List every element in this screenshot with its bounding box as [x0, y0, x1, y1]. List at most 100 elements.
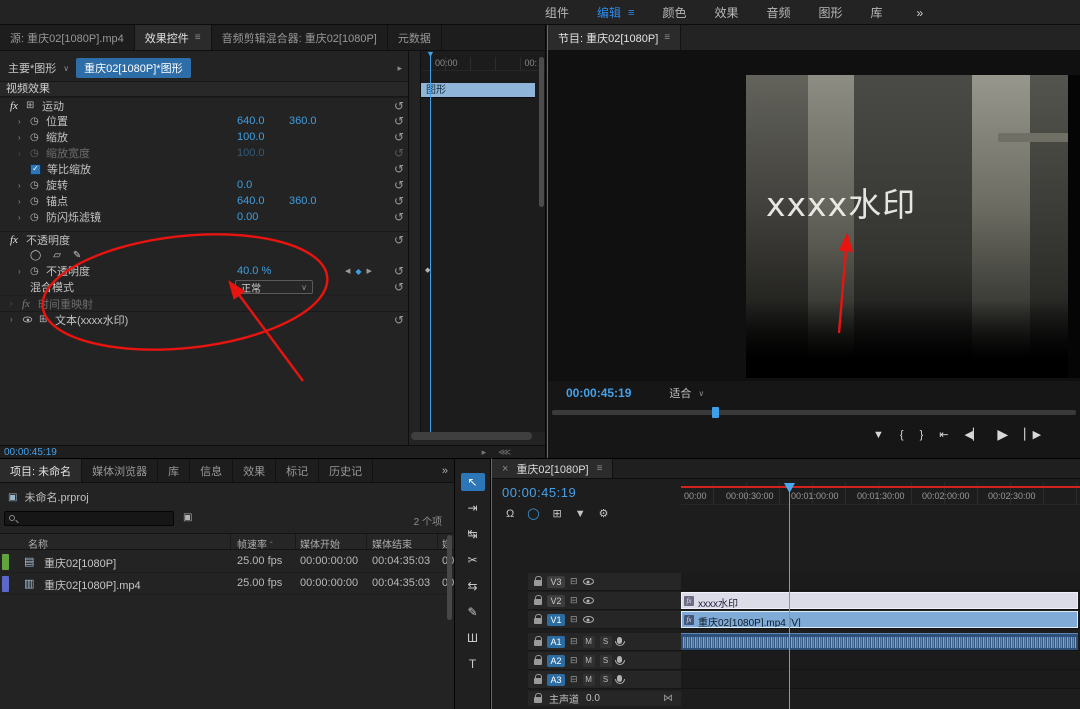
timeline-settings-icon[interactable]: ⚙: [599, 507, 609, 520]
tab-effect-controls[interactable]: 效果控件 ≡: [135, 25, 212, 50]
effect-controls-timecode[interactable]: 00:00:45:19: [4, 447, 57, 458]
reset-icon[interactable]: ↺: [392, 114, 406, 128]
tab-audio-clip-mixer[interactable]: 音频剪辑混合器: 重庆02[1080P]: [212, 25, 388, 50]
list-view-icon[interactable]: ▣: [183, 512, 192, 523]
audio-clip[interactable]: [681, 633, 1078, 650]
watermark-clip[interactable]: fx xxxx水印: [681, 592, 1078, 609]
pan-knob-icon[interactable]: ⋈: [663, 693, 673, 704]
project-file-row[interactable]: ▣ 未命名.prproj: [8, 489, 89, 505]
video-effects-header[interactable]: 视频效果: [0, 81, 408, 97]
search-input[interactable]: [4, 511, 174, 526]
effect-opacity[interactable]: fx 不透明度 ↺: [0, 231, 408, 247]
reset-icon[interactable]: ↺: [392, 313, 406, 327]
lock-icon[interactable]: [534, 678, 542, 684]
go-to-in-button[interactable]: ⇤: [939, 428, 948, 441]
add-keyframe-icon[interactable]: ◆: [355, 267, 361, 276]
nest-icon[interactable]: ⊞: [553, 507, 562, 520]
position-x-value[interactable]: 640.0: [237, 115, 265, 127]
track-label-a2[interactable]: A2: [547, 655, 565, 667]
project-item-row[interactable]: ▤ 重庆02[1080P] 25.00 fps 00:00:00:00 00:0…: [0, 551, 454, 573]
panel-menu-icon[interactable]: ≡: [597, 463, 603, 474]
tab-metadata[interactable]: 元数据: [388, 25, 442, 50]
column-media-start[interactable]: 媒体开始: [300, 536, 340, 551]
item-name[interactable]: 重庆02[1080P].mp4: [44, 577, 141, 593]
reset-icon[interactable]: ↺: [392, 162, 406, 176]
reset-icon[interactable]: ↺: [392, 210, 406, 224]
track-target-icon[interactable]: ⊟: [570, 674, 578, 685]
mark-in-button[interactable]: {: [900, 429, 904, 441]
panel-divider[interactable]: [408, 51, 409, 445]
reset-icon[interactable]: ↺: [392, 130, 406, 144]
tab-effects[interactable]: 效果: [233, 459, 276, 482]
reset-icon[interactable]: ↺: [392, 264, 406, 278]
panel-menu-icon[interactable]: ≡: [664, 32, 670, 43]
workspace-tab-edit-group[interactable]: 编辑 ≡: [597, 4, 634, 21]
next-keyframe-icon[interactable]: ▶: [367, 267, 372, 275]
scroll-right-icon[interactable]: ▸: [397, 63, 402, 74]
razor-tool[interactable]: ✂: [461, 551, 485, 569]
mark-out-button[interactable]: }: [920, 429, 924, 441]
track-label-v1[interactable]: V1: [547, 614, 565, 626]
fit-dropdown[interactable]: 适合 ∨: [669, 385, 704, 401]
workspace-tab-edit[interactable]: 编辑: [597, 4, 621, 21]
program-scrubber[interactable]: [552, 410, 1076, 415]
master-clip-selector[interactable]: 主要*图形: [8, 60, 56, 76]
column-divider[interactable]: [230, 534, 231, 549]
position-y-value[interactable]: 360.0: [289, 115, 317, 127]
tab-libraries[interactable]: 库: [158, 459, 190, 482]
column-media-end[interactable]: 媒体结束: [372, 536, 412, 551]
mic-icon[interactable]: [617, 675, 622, 682]
track-lane-v3[interactable]: [681, 573, 1080, 591]
timeline-playhead[interactable]: [789, 483, 790, 709]
workspace-tab-effects[interactable]: 效果: [714, 4, 738, 21]
mute-button[interactable]: M: [583, 655, 595, 667]
chevron-right-icon[interactable]: ›: [18, 181, 30, 190]
track-target-icon[interactable]: ⊟: [570, 636, 578, 647]
hand-tool[interactable]: Ш: [461, 629, 485, 647]
timeline-timecode[interactable]: 00:00:45:19: [502, 485, 576, 500]
snap-icon[interactable]: Ω: [506, 508, 514, 520]
project-item-row[interactable]: ▥ 重庆02[1080P].mp4 25.00 fps 00:00:00:00 …: [0, 573, 454, 595]
reset-icon[interactable]: ↺: [392, 178, 406, 192]
ellipse-mask-icon[interactable]: ◯: [30, 250, 41, 261]
reset-icon[interactable]: ↺: [392, 99, 406, 113]
tab-project[interactable]: 项目: 未命名: [0, 459, 82, 482]
eye-icon[interactable]: [23, 317, 32, 323]
ripple-edit-tool[interactable]: ↹: [461, 525, 485, 543]
effect-timeline-playhead[interactable]: [430, 55, 431, 432]
stopwatch-icon[interactable]: ◷: [30, 180, 46, 191]
effect-time-remapping[interactable]: › fx 时间重映射: [0, 295, 408, 311]
mic-icon[interactable]: [617, 637, 622, 644]
solo-button[interactable]: S: [600, 674, 612, 686]
uniform-scale-checkbox[interactable]: ✓: [30, 164, 41, 175]
column-divider[interactable]: [437, 534, 438, 549]
workspace-tab-audio[interactable]: 音频: [766, 4, 790, 21]
anchor-x-value[interactable]: 640.0: [237, 195, 265, 207]
mute-button[interactable]: M: [583, 674, 595, 686]
tab-media-browser[interactable]: 媒体浏览器: [82, 459, 158, 482]
column-fps[interactable]: 帧速率ˆ: [237, 536, 273, 551]
chevron-right-icon[interactable]: ›: [18, 133, 30, 142]
workspace-tab-graphics[interactable]: 图形: [819, 4, 843, 21]
eye-icon[interactable]: [583, 578, 594, 585]
video-clip[interactable]: fx 重庆02[1080P].mp4 [V]: [681, 611, 1078, 628]
pen-mask-icon[interactable]: ✎: [73, 250, 81, 261]
linked-selection-icon[interactable]: ◯: [527, 507, 539, 520]
column-divider[interactable]: [366, 534, 367, 549]
workspace-tab-libraries[interactable]: 库: [871, 4, 883, 21]
panel-overflow-icon[interactable]: »: [442, 459, 448, 482]
scrubber-playhead[interactable]: [712, 407, 719, 418]
tab-history[interactable]: 历史记: [319, 459, 373, 482]
track-label-a3[interactable]: A3: [547, 674, 565, 686]
step-forward-button[interactable]: ▏▶: [1024, 428, 1041, 441]
solo-button[interactable]: S: [600, 636, 612, 648]
effect-timeline-ruler[interactable]: 00:00 00:: [421, 57, 545, 71]
column-divider[interactable]: [295, 534, 296, 549]
workspace-overflow-icon[interactable]: »: [917, 6, 924, 20]
chevron-right-icon[interactable]: ›: [18, 117, 30, 126]
reset-icon[interactable]: ↺: [392, 194, 406, 208]
previous-keyframe-icon[interactable]: ◀: [345, 267, 350, 275]
eye-icon[interactable]: [583, 616, 594, 623]
play-button[interactable]: ▶: [997, 426, 1008, 443]
lock-icon[interactable]: [534, 599, 542, 605]
